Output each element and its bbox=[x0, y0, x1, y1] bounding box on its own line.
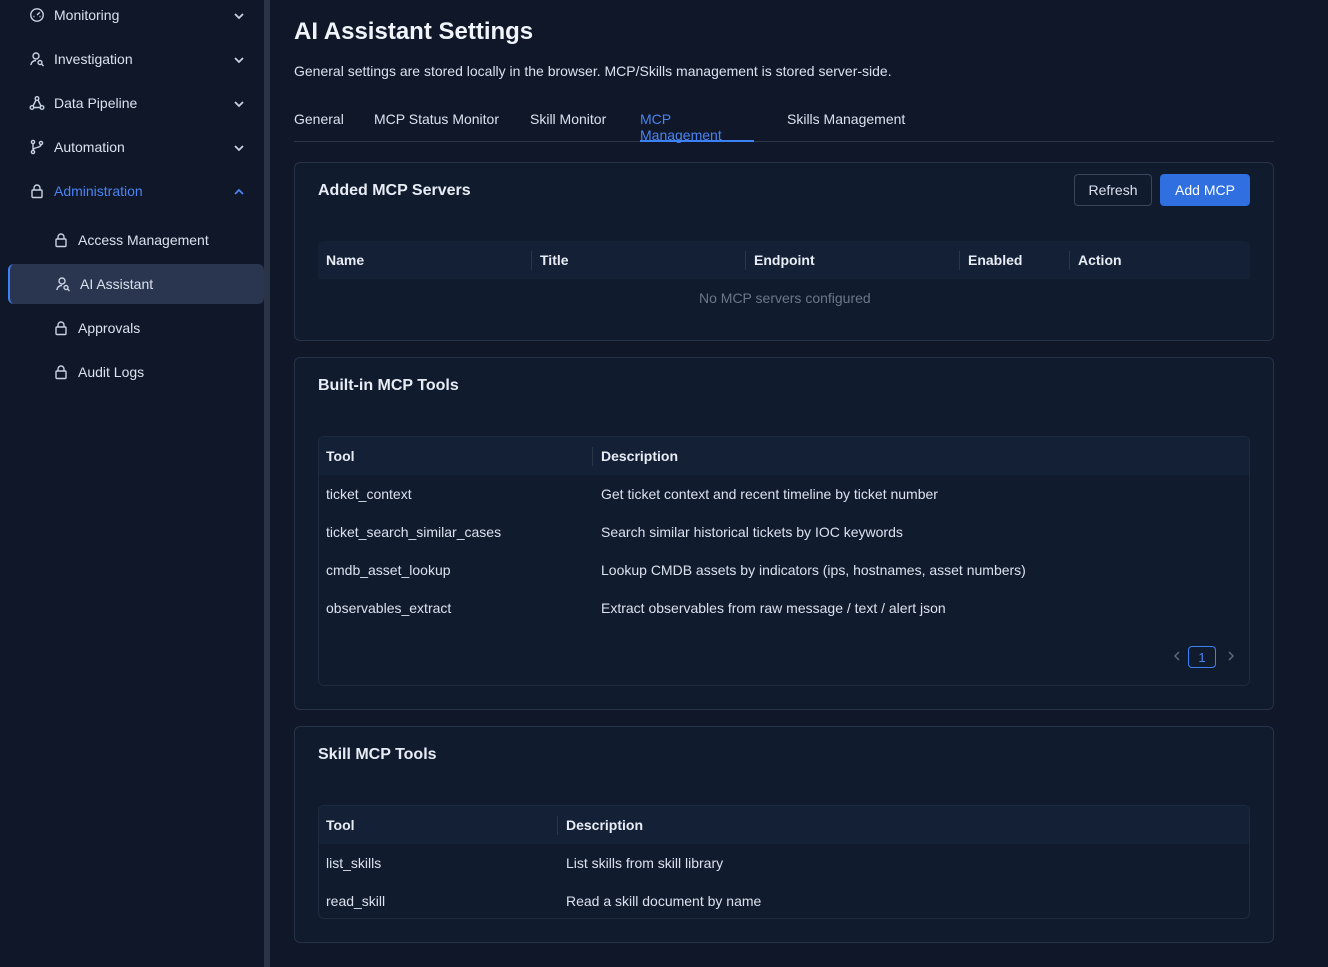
lock-icon bbox=[55, 365, 67, 380]
user-search-icon bbox=[56, 277, 70, 292]
chevron-down-icon bbox=[234, 13, 244, 20]
added-mcp-servers-card: Added MCP Servers Refresh Add MCP Name T… bbox=[294, 162, 1274, 341]
column-divider bbox=[959, 251, 960, 270]
sidebar-item-label: Monitoring bbox=[54, 7, 120, 23]
sidebar-item-label: Access Management bbox=[78, 232, 209, 248]
card-title: Built-in MCP Tools bbox=[318, 377, 459, 394]
tool-description-cell: Extract observables from raw message / t… bbox=[601, 600, 946, 616]
sidebar-item-ai-assistant[interactable]: AI Assistant bbox=[8, 264, 264, 304]
column-header-name[interactable]: Name bbox=[326, 252, 364, 268]
gauge-icon bbox=[30, 8, 44, 22]
sidebar-item-audit-logs[interactable]: Audit Logs bbox=[8, 352, 264, 392]
card-title: Skill MCP Tools bbox=[318, 746, 437, 763]
main-content: AI Assistant Settings General settings a… bbox=[294, 0, 1274, 967]
column-divider bbox=[557, 816, 558, 835]
chevron-down-icon bbox=[234, 57, 244, 64]
tool-description-cell: Search similar historical tickets by IOC… bbox=[601, 524, 903, 540]
sidebar-item-label: Data Pipeline bbox=[54, 95, 138, 111]
chevron-right-icon[interactable] bbox=[1226, 650, 1236, 662]
share-nodes-icon bbox=[29, 96, 45, 110]
tab-bar: General MCP Status Monitor Skill Monitor… bbox=[294, 106, 1274, 143]
sidebar-item-label: Approvals bbox=[78, 320, 141, 336]
tab-skills-management[interactable]: Skills Management bbox=[787, 111, 905, 142]
tool-description-cell: Read a skill document by name bbox=[566, 893, 762, 909]
chevron-left-icon[interactable] bbox=[1172, 650, 1182, 662]
git-branch-icon bbox=[30, 139, 44, 155]
sidebar-item-label: AI Assistant bbox=[80, 276, 154, 292]
sidebar-item-automation[interactable]: Automation bbox=[0, 128, 264, 168]
add-mcp-button[interactable]: Add MCP bbox=[1160, 174, 1250, 206]
page-title: AI Assistant Settings bbox=[294, 18, 534, 45]
tab-general[interactable]: General bbox=[294, 111, 344, 142]
table-header: Tool Description bbox=[319, 437, 1249, 475]
tool-description-cell: Get ticket context and recent timeline b… bbox=[601, 486, 938, 502]
sidebar-item-approvals[interactable]: Approvals bbox=[8, 308, 264, 348]
column-header-endpoint[interactable]: Endpoint bbox=[754, 252, 815, 268]
tab-skill-monitor[interactable]: Skill Monitor bbox=[530, 111, 606, 142]
column-header-description[interactable]: Description bbox=[566, 817, 643, 833]
sidebar: Monitoring Investigation Data Pipeline A… bbox=[0, 0, 264, 967]
column-header-tool[interactable]: Tool bbox=[326, 817, 355, 833]
sidebar-item-label: Audit Logs bbox=[78, 364, 145, 380]
skill-tools-table: Tool Description list_skills List skills… bbox=[318, 805, 1250, 919]
tool-name-cell: ticket_context bbox=[326, 486, 412, 502]
column-header-description[interactable]: Description bbox=[601, 448, 678, 464]
sidebar-item-label: Investigation bbox=[54, 51, 133, 67]
page-subtitle: General settings are stored locally in t… bbox=[294, 63, 892, 79]
lock-icon bbox=[55, 233, 67, 248]
tool-name-cell: observables_extract bbox=[326, 600, 452, 616]
sidebar-item-data-pipeline[interactable]: Data Pipeline bbox=[0, 84, 264, 124]
tab-mcp-management[interactable]: MCP Management bbox=[640, 111, 754, 143]
chevron-down-icon bbox=[234, 145, 244, 152]
builtin-mcp-tools-card: Built-in MCP Tools Tool Description tick… bbox=[294, 357, 1274, 710]
tool-description-cell: List skills from skill library bbox=[566, 855, 724, 871]
skill-mcp-tools-card: Skill MCP Tools Tool Description list_sk… bbox=[294, 726, 1274, 943]
lock-icon bbox=[31, 184, 43, 199]
tab-mcp-status-monitor[interactable]: MCP Status Monitor bbox=[374, 111, 499, 142]
column-divider bbox=[745, 251, 746, 270]
column-divider bbox=[531, 251, 532, 270]
column-header-action[interactable]: Action bbox=[1078, 252, 1122, 268]
empty-state-text: No MCP servers configured bbox=[699, 290, 871, 306]
tool-name-cell: read_skill bbox=[326, 893, 386, 909]
lock-icon bbox=[55, 321, 67, 336]
tool-name-cell: list_skills bbox=[326, 855, 382, 871]
chevron-up-icon bbox=[234, 188, 244, 195]
table-header: Name Title Endpoint Enabled Action bbox=[318, 241, 1250, 279]
user-search-icon bbox=[30, 52, 44, 67]
sidebar-resize-handle[interactable] bbox=[264, 0, 270, 967]
column-divider bbox=[592, 447, 593, 466]
tool-name-cell: cmdb_asset_lookup bbox=[326, 562, 451, 578]
column-header-enabled[interactable]: Enabled bbox=[968, 252, 1022, 268]
sidebar-item-monitoring[interactable]: Monitoring bbox=[0, 0, 264, 36]
refresh-button[interactable]: Refresh bbox=[1074, 174, 1152, 206]
sidebar-item-investigation[interactable]: Investigation bbox=[0, 40, 264, 80]
column-header-tool[interactable]: Tool bbox=[326, 448, 355, 464]
sidebar-item-administration[interactable]: Administration bbox=[0, 172, 264, 212]
pagination-page-1[interactable]: 1 bbox=[1188, 646, 1216, 668]
tool-name-cell: ticket_search_similar_cases bbox=[326, 524, 502, 540]
sidebar-item-label: Administration bbox=[54, 183, 143, 199]
table-header: Tool Description bbox=[319, 806, 1249, 844]
builtin-tools-table: Tool Description ticket_context Get tick… bbox=[318, 436, 1250, 686]
sidebar-item-access-management[interactable]: Access Management bbox=[8, 220, 264, 260]
card-title: Added MCP Servers bbox=[318, 182, 471, 199]
column-header-title[interactable]: Title bbox=[540, 252, 569, 268]
tool-description-cell: Lookup CMDB assets by indicators (ips, h… bbox=[601, 562, 1026, 578]
pagination: 1 bbox=[1172, 646, 1236, 668]
column-divider bbox=[1069, 251, 1070, 270]
mcp-servers-table: Name Title Endpoint Enabled Action No MC… bbox=[318, 241, 1250, 319]
chevron-down-icon bbox=[234, 101, 244, 108]
sidebar-item-label: Automation bbox=[54, 139, 125, 155]
